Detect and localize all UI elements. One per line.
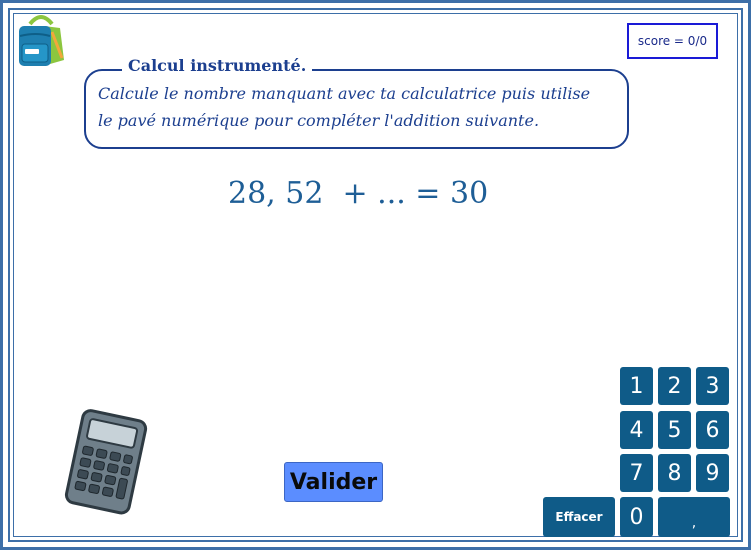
instruction-text: Calcule le nombre manquant avec ta calcu… bbox=[98, 80, 623, 134]
key-3[interactable]: 3 bbox=[696, 367, 729, 405]
instruction-line-2: le pavé numérique pour compléter l'addit… bbox=[98, 111, 540, 130]
key-8[interactable]: 8 bbox=[658, 454, 691, 492]
key-0[interactable]: 0 bbox=[620, 497, 653, 537]
backpack-icon bbox=[19, 15, 64, 66]
validate-button[interactable]: Valider bbox=[284, 462, 383, 502]
key-comma[interactable]: , bbox=[658, 497, 730, 537]
key-2[interactable]: 2 bbox=[658, 367, 691, 405]
key-7[interactable]: 7 bbox=[620, 454, 653, 492]
exercise-equation: 28, 52 + ... = 30 bbox=[228, 176, 489, 211]
instruction-title: Calcul instrumenté. bbox=[122, 56, 313, 75]
key-4[interactable]: 4 bbox=[620, 411, 653, 449]
erase-button[interactable]: Effacer bbox=[543, 497, 615, 537]
instruction-line-1: Calcule le nombre manquant avec ta calcu… bbox=[98, 84, 591, 103]
key-9[interactable]: 9 bbox=[696, 454, 729, 492]
key-1[interactable]: 1 bbox=[620, 367, 653, 405]
score-display: score = 0/0 bbox=[627, 23, 718, 59]
calculator-icon bbox=[64, 409, 148, 515]
key-5[interactable]: 5 bbox=[658, 411, 691, 449]
key-6[interactable]: 6 bbox=[696, 411, 729, 449]
